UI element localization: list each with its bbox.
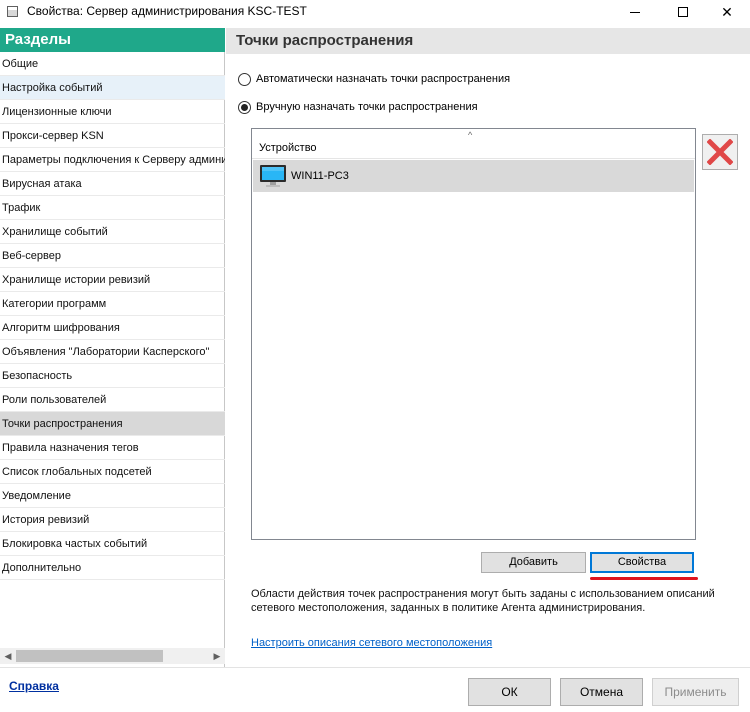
sidebar-item-event-storage[interactable]: Хранилище событий (0, 220, 225, 244)
delete-x-icon (707, 139, 733, 165)
minimize-button[interactable] (612, 0, 658, 24)
auto-assign-option[interactable]: Автоматически назначать точки распростра… (238, 71, 510, 87)
close-button[interactable]: ✕ (704, 0, 750, 24)
scroll-left-icon[interactable]: ◀ (0, 648, 16, 664)
sidebar-item-global-subnets[interactable]: Список глобальных подсетей (0, 460, 225, 484)
sidebar-item-ksn-proxy[interactable]: Прокси-сервер KSN (0, 124, 225, 148)
sidebar-item-revision-history-storage[interactable]: Хранилище истории ревизий (0, 268, 225, 292)
manual-assign-radio[interactable] (238, 100, 251, 114)
computer-icon (260, 165, 286, 187)
sidebar-item-kaspersky-announcements[interactable]: Объявления "Лаборатории Касперского" (0, 340, 225, 364)
distribution-points-list[interactable]: ^ Устройство WIN11-PC3 (251, 128, 696, 540)
list-column-header[interactable]: ^ Устройство (252, 129, 695, 159)
maximize-button[interactable] (660, 0, 706, 24)
apply-button[interactable]: Применить (652, 678, 739, 706)
window-title: Свойства: Сервер администрирования KSC-T… (27, 4, 307, 18)
sidebar-item-advanced[interactable]: Дополнительно (0, 556, 225, 580)
close-icon: ✕ (721, 3, 733, 20)
sidebar-item-virus-attack[interactable]: Вирусная атака (0, 172, 225, 196)
configure-network-location-link[interactable]: Настроить описания сетевого местоположен… (251, 637, 492, 649)
sidebar-item-connection-settings[interactable]: Параметры подключения к Серверу админи (0, 148, 225, 172)
sidebar-item-encryption-algorithm[interactable]: Алгоритм шифрования (0, 316, 225, 340)
auto-assign-radio[interactable] (238, 72, 251, 86)
sidebar-item-distribution-points[interactable]: Точки распространения (0, 412, 225, 436)
scrollbar-thumb[interactable] (16, 650, 163, 662)
highlight-underline (590, 577, 698, 580)
device-column-label: Устройство (259, 142, 317, 154)
sidebar-item-app-categories[interactable]: Категории программ (0, 292, 225, 316)
sidebar-item-notification[interactable]: Уведомление (0, 484, 225, 508)
sections-header: Разделы (0, 28, 225, 52)
sidebar-item-license-keys[interactable]: Лицензионные ключи (0, 100, 225, 124)
sort-ascending-icon: ^ (468, 130, 473, 140)
section-title: Точки распространения (226, 28, 750, 54)
remove-button[interactable] (702, 134, 738, 170)
sidebar-item-tag-rules[interactable]: Правила назначения тегов (0, 436, 225, 460)
sidebar-item-frequent-events-blocking[interactable]: Блокировка частых событий (0, 532, 225, 556)
add-button[interactable]: Добавить (481, 552, 586, 573)
table-row[interactable]: WIN11-PC3 (253, 160, 694, 192)
horizontal-scrollbar[interactable]: ◀ ▶ (0, 648, 225, 664)
sidebar-item-web-server[interactable]: Веб-сервер (0, 244, 225, 268)
app-icon (7, 6, 18, 17)
auto-assign-label: Автоматически назначать точки распростра… (256, 73, 511, 85)
sidebar-item-revision-history[interactable]: История ревизий (0, 508, 225, 532)
scroll-right-icon[interactable]: ▶ (209, 648, 225, 664)
footer-divider (0, 667, 750, 668)
minimize-icon (630, 11, 640, 13)
sidebar-item-general[interactable]: Общие (0, 52, 225, 76)
manual-assign-label: Вручную назначать точки распространения (256, 101, 478, 113)
cancel-button[interactable]: Отмена (560, 678, 643, 706)
ok-button[interactable]: ОК (468, 678, 551, 706)
device-name: WIN11-PC3 (291, 170, 349, 182)
sidebar-item-traffic[interactable]: Трафик (0, 196, 225, 220)
maximize-icon (678, 7, 688, 17)
sections-list: Общие Настройка событий Лицензионные клю… (0, 52, 225, 580)
help-link[interactable]: Справка (9, 679, 59, 693)
title-bar: Свойства: Сервер администрирования KSC-T… (0, 0, 750, 24)
sidebar-item-user-roles[interactable]: Роли пользователей (0, 388, 225, 412)
sections-panel: Разделы Общие Настройка событий Лицензио… (0, 28, 225, 667)
sidebar-item-security[interactable]: Безопасность (0, 364, 225, 388)
sidebar-item-event-settings[interactable]: Настройка событий (0, 76, 225, 100)
info-note: Области действия точек распространения м… (251, 588, 715, 614)
manual-assign-option[interactable]: Вручную назначать точки распространения (238, 99, 478, 115)
properties-button[interactable]: Свойства (590, 552, 694, 573)
